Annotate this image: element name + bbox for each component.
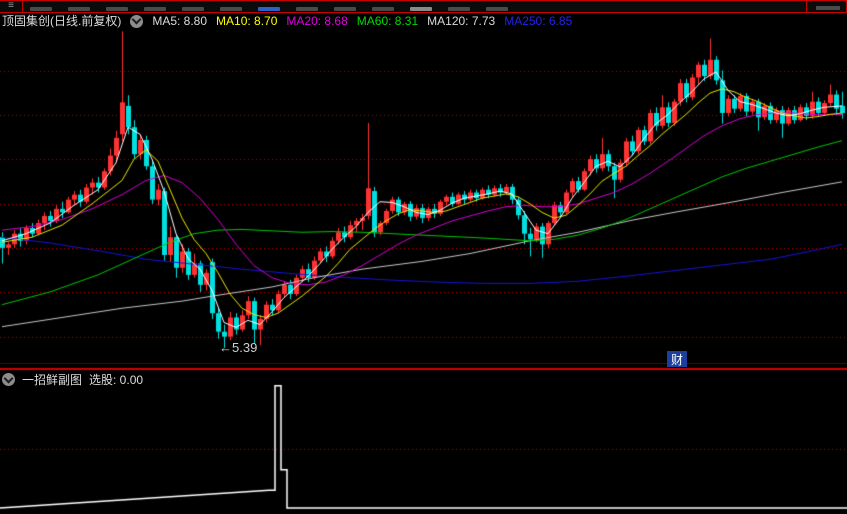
lowest-price-annotation: ←5.39 [219, 340, 258, 355]
menu-item-fragment [30, 7, 52, 11]
ma20-legend: MA20: 8.68 [286, 13, 348, 28]
ma60-legend: MA60: 8.31 [356, 13, 419, 28]
top-menu-bar[interactable]: ≡ [0, 0, 847, 13]
chart-header-bar: 顶固集创(日线.前复权) MA5: 8.80 MA10: 8.70 MA20: … [0, 13, 847, 29]
chevron-down-icon[interactable] [130, 14, 144, 28]
menu-item-fragment [410, 7, 432, 11]
menu-item-fragment [334, 7, 356, 11]
trading-app-window: ≡ 顶固集创(日线.前复权) MA5: 8.80 MA10: 8.70 MA20… [0, 0, 847, 514]
menu-item-fragment [448, 7, 470, 11]
brand-watermark: 财 [667, 351, 687, 367]
menu-item-fragment [220, 7, 242, 11]
menu-item-fragment-active [258, 7, 280, 11]
chevron-down-icon[interactable] [2, 373, 15, 386]
menu-item-fragment [296, 7, 318, 11]
menu-icon[interactable]: ≡ [0, 1, 23, 12]
subchart-indicator-value: 选股: 0.00 [89, 373, 144, 387]
menu-item-fragments [30, 7, 508, 11]
subchart-header: 一招鲜副图 选股: 0.00 [2, 371, 143, 388]
menu-item-fragment [486, 7, 508, 11]
symbol-title: 顶固集创(日线.前复权) [2, 13, 122, 28]
menu-item-fragment [816, 6, 840, 10]
ma120-legend: MA120: 7.73 [427, 13, 496, 28]
menu-item-fragment [68, 7, 90, 11]
menu-divider-line [806, 1, 807, 12]
ma10-legend: MA10: 8.70 [216, 13, 278, 28]
menu-item-fragment [106, 7, 128, 11]
menu-item-fragment [182, 7, 204, 11]
menu-item-fragment [144, 7, 166, 11]
ma5-legend: MA5: 8.80 [152, 13, 208, 28]
ma250-legend: MA250: 6.85 [504, 13, 573, 28]
main-chart-canvas[interactable] [0, 0, 847, 514]
subchart-title: 一招鲜副图 [22, 373, 83, 387]
menu-item-fragment [372, 7, 394, 11]
